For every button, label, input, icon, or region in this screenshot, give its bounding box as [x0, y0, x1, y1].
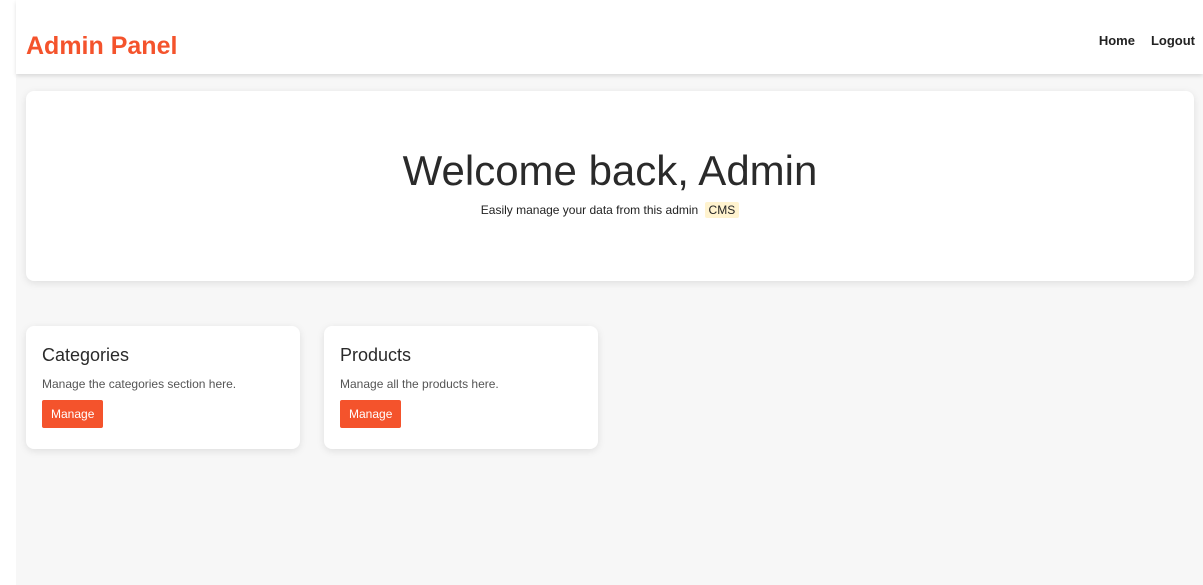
top-nav-links: Home Logout	[1099, 33, 1195, 49]
products-card-description: Manage all the products here.	[340, 377, 499, 391]
hero-subtitle-text: Easily manage your data from this admin	[480, 203, 699, 217]
products-card-title: Products	[340, 345, 412, 365]
categories-card: Categories Manage the categories section…	[26, 326, 300, 449]
page-edge-strip	[0, 0, 16, 585]
manage-products-button[interactable]: Manage	[340, 400, 402, 428]
categories-card-title: Categories	[42, 345, 130, 365]
admin-app: Admin Panel Home Logout Welcome back, Ad…	[16, 0, 1203, 585]
brand-logo-text: Admin Panel	[26, 32, 178, 60]
nav-logout-link[interactable]: Logout	[1151, 33, 1195, 49]
products-card: Products Manage all the products here. M…	[324, 326, 598, 449]
hero-highlight-cms: CMS	[704, 202, 740, 218]
manage-categories-button[interactable]: Manage	[42, 400, 104, 428]
categories-card-description: Manage the categories section here.	[42, 377, 237, 391]
welcome-hero: Welcome back, Admin Easily manage your d…	[26, 91, 1194, 281]
nav-home-link[interactable]: Home	[1099, 33, 1135, 49]
top-navbar: Admin Panel Home Logout	[16, 0, 1203, 74]
hero-title: Welcome back, Admin	[402, 147, 818, 194]
hero-subtitle: Easily manage your data from this admin …	[26, 202, 1194, 218]
